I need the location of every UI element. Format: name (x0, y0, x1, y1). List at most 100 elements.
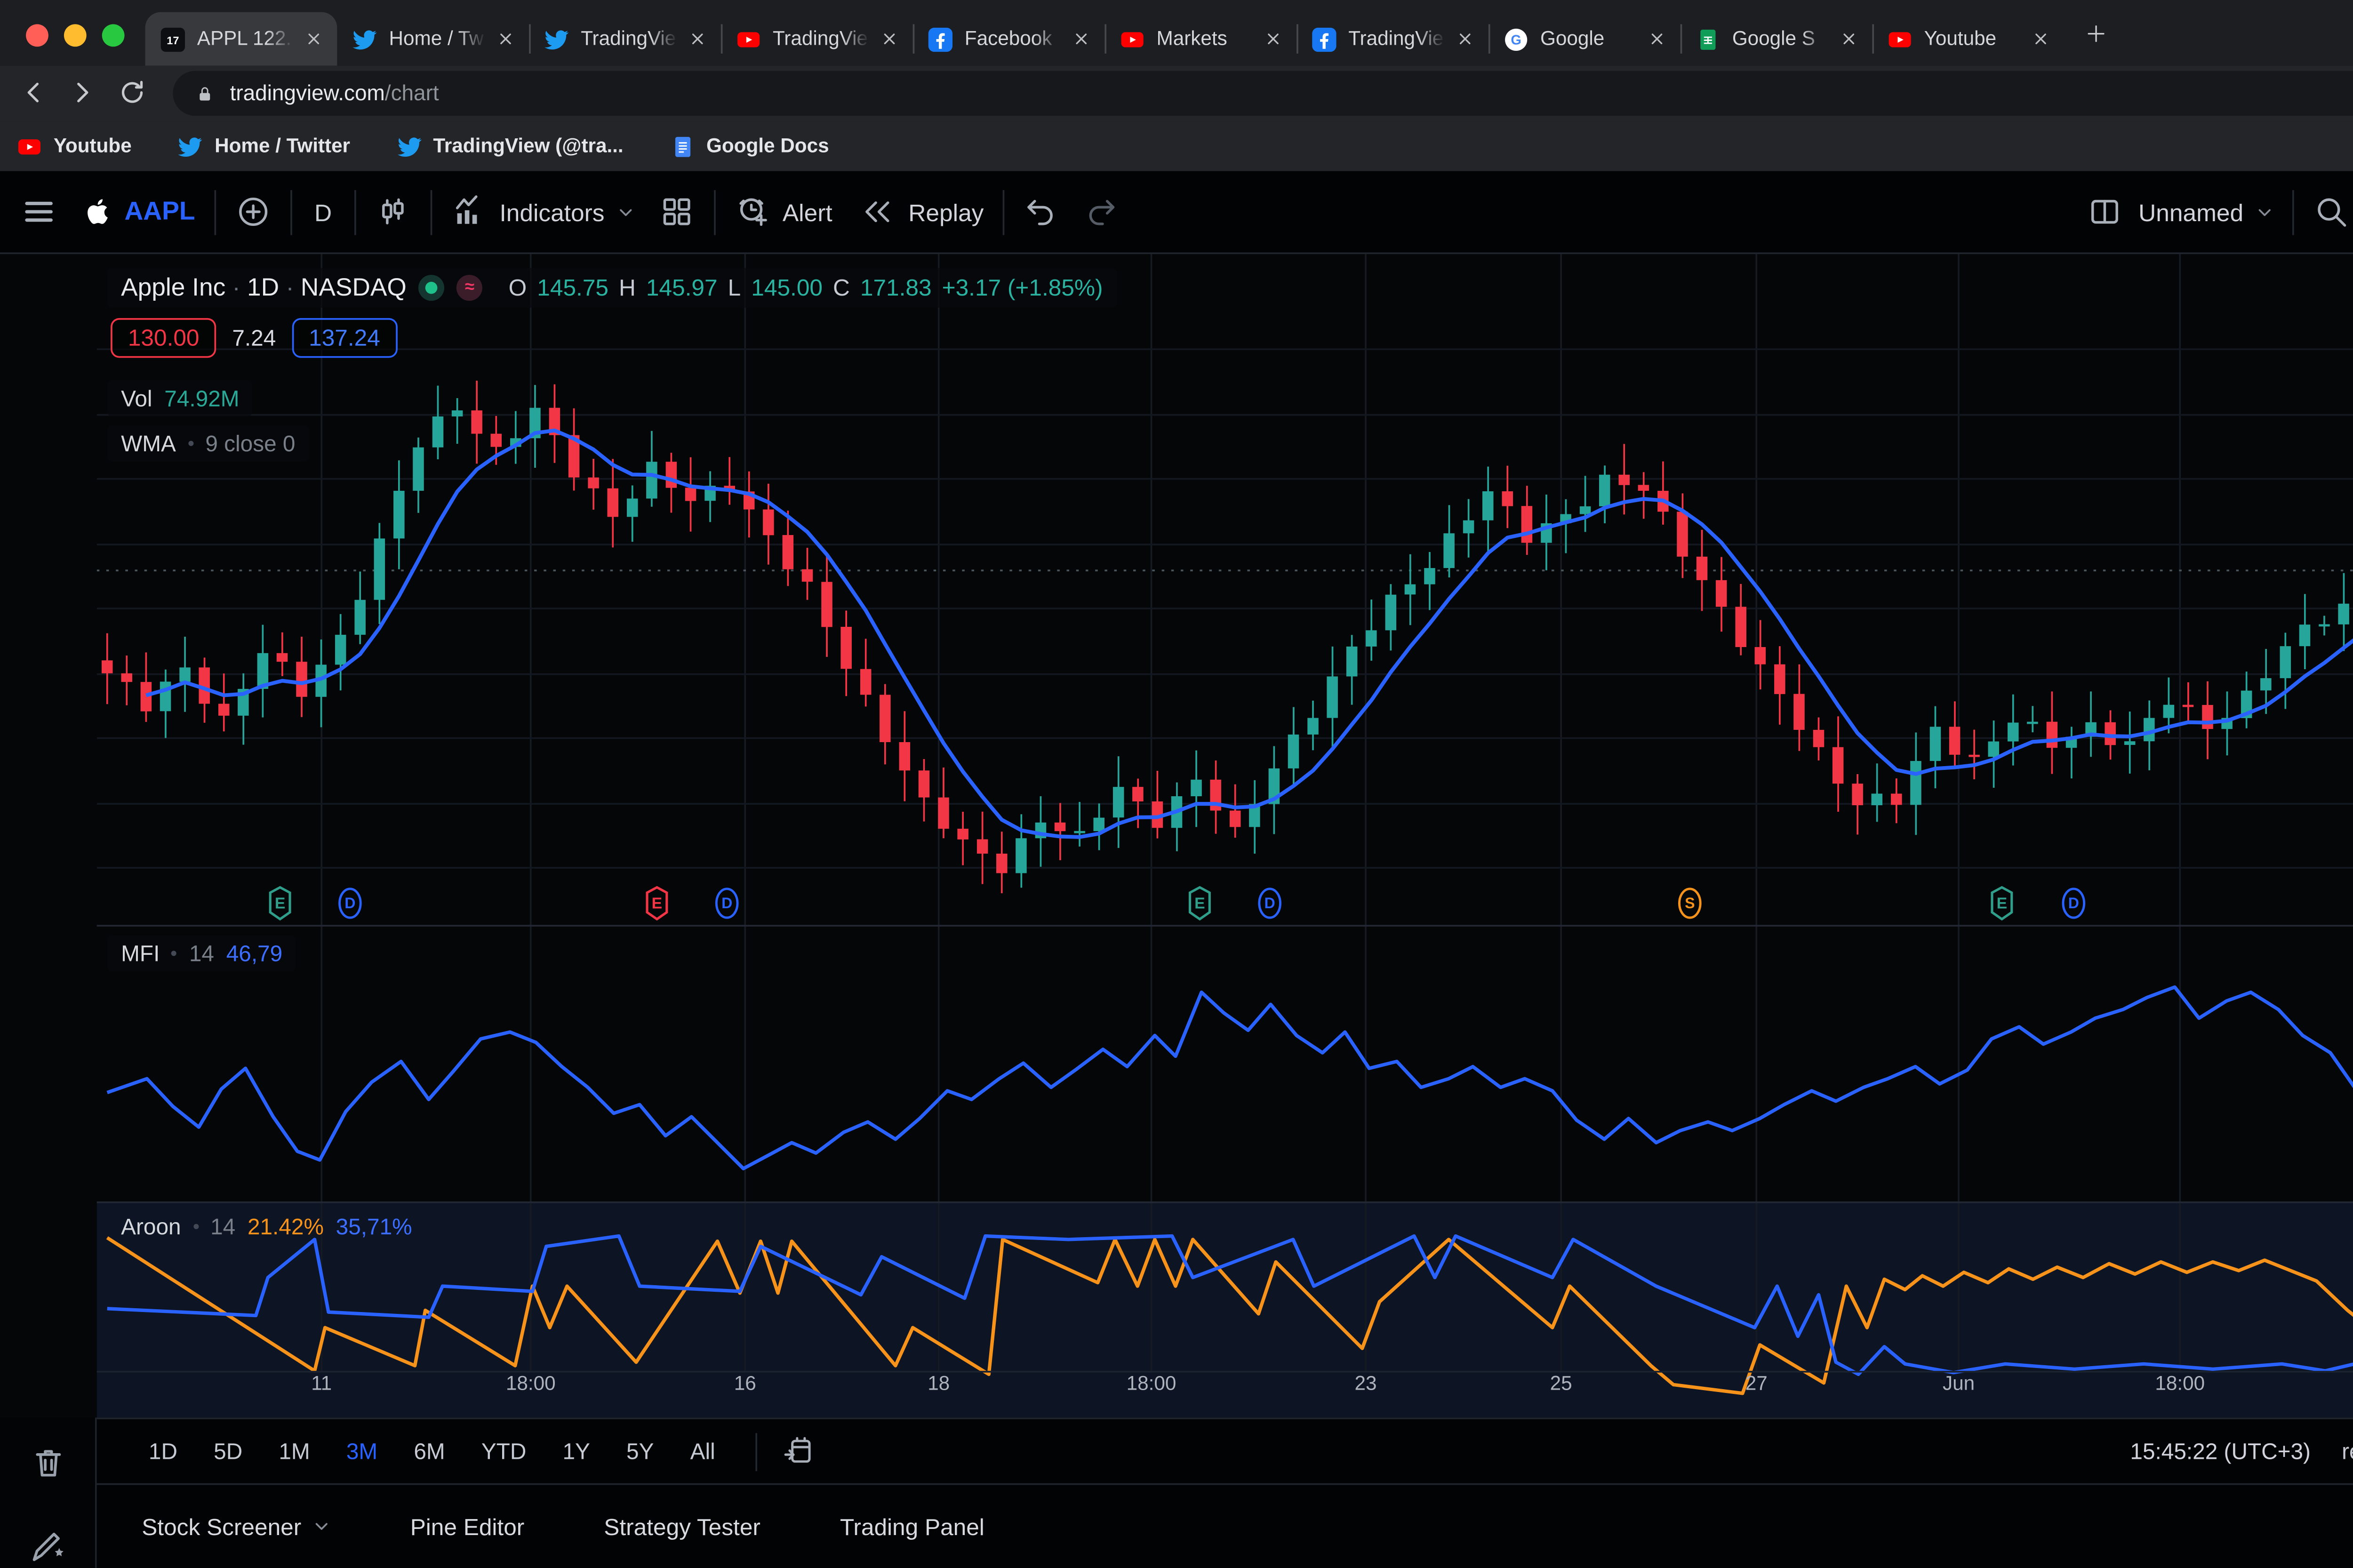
reload-button[interactable] (118, 78, 147, 107)
event-marker-e[interactable]: E (1188, 885, 1212, 930)
layout-name-button[interactable]: Unnamed (2138, 198, 2273, 226)
range-3m[interactable]: 3M (346, 1438, 377, 1464)
favorite-tools-tool-icon[interactable] (29, 1527, 67, 1565)
browser-tab[interactable]: TradingVie (1297, 12, 1489, 66)
go-to-date-icon[interactable] (781, 1435, 814, 1468)
browser-tab[interactable]: TradingVie (721, 12, 913, 66)
bookmark-item[interactable]: TradingView (@tra... (397, 134, 623, 158)
zoom-window-button[interactable] (102, 24, 125, 47)
bookmark-item[interactable]: Google Docs (670, 134, 829, 158)
search-icon[interactable] (2313, 193, 2349, 230)
browser-tab[interactable]: TradingVie (529, 12, 721, 66)
menu-icon[interactable] (21, 193, 57, 230)
close-tab-icon[interactable] (2033, 31, 2049, 47)
pane-separator[interactable] (97, 1201, 2353, 1203)
footer-stock-screener[interactable]: Stock Screener (142, 1513, 330, 1539)
close-tab-icon[interactable] (1073, 31, 1089, 47)
range-1y[interactable]: 1Y (562, 1438, 590, 1464)
redo-button[interactable] (1082, 193, 1119, 230)
chart-style-icon[interactable] (375, 193, 411, 230)
footer-pine-editor[interactable]: Pine Editor (410, 1513, 525, 1539)
wma-legend[interactable]: WMA 9 close 0 (107, 425, 309, 462)
indicators-button[interactable]: Indicators (451, 193, 634, 230)
event-marker-d[interactable]: D (714, 885, 740, 930)
event-marker-e[interactable]: E (1990, 885, 2014, 930)
source-toggle-icon[interactable] (419, 275, 445, 301)
chart-pane[interactable]: Apple Inc · 1D · NASDAQ ≈ O145.75H145.97… (97, 254, 2353, 1417)
volume-legend[interactable]: Vol 74.92M (107, 380, 253, 416)
range-6m[interactable]: 6M (414, 1438, 445, 1464)
chart-area: Apple Inc · 1D · NASDAQ ≈ O145.75H145.97… (0, 254, 2353, 1417)
symbol-legend[interactable]: Apple Inc · 1D · NASDAQ ≈ O145.75H145.97… (107, 268, 1117, 307)
tab-title: Home / Tw (389, 29, 486, 49)
footer-strategy-tester[interactable]: Strategy Tester (604, 1513, 760, 1539)
svg-text:17: 17 (167, 33, 179, 46)
browser-tab[interactable]: 17APPL 122. (145, 12, 337, 66)
bookmark-item[interactable]: Youtube (17, 134, 132, 158)
alert-button[interactable]: Alert (734, 193, 832, 230)
range-1d[interactable]: 1D (149, 1438, 177, 1464)
footer-bar: Stock Screener Pine Editor Strategy Tester… (97, 1483, 2353, 1568)
range-5d[interactable]: 5D (214, 1438, 242, 1464)
event-marker-e[interactable]: E (645, 885, 669, 930)
browser-tab[interactable]: Google S (1681, 12, 1873, 66)
close-tab-icon[interactable] (1841, 31, 1857, 47)
mfi-legend[interactable]: MFI 14 46,79 (107, 935, 296, 971)
facebook-favicon (928, 27, 952, 51)
price-plot (97, 254, 2353, 1417)
interval-button[interactable]: D (311, 198, 336, 226)
range-5y[interactable]: 5Y (626, 1438, 654, 1464)
close-tab-icon[interactable] (881, 31, 897, 47)
remove-drawings-tool-icon[interactable] (29, 1443, 67, 1481)
event-marker-d[interactable]: D (2061, 885, 2087, 930)
browser-tab[interactable]: Home / Tw (337, 12, 529, 66)
minimize-window-button[interactable] (64, 24, 87, 47)
chevron-down-icon (616, 203, 634, 221)
indicators-label: Indicators (500, 198, 605, 226)
forward-button[interactable] (67, 78, 96, 107)
close-window-button[interactable] (26, 24, 48, 47)
facebook-favicon (1312, 27, 1336, 51)
back-button[interactable] (19, 78, 48, 107)
browser-tab[interactable]: Youtube (1872, 12, 2064, 66)
lower-band-box[interactable]: 130.00 (111, 318, 216, 358)
session-toggle[interactable]: reg (2342, 1438, 2353, 1464)
close-tab-icon[interactable] (1649, 31, 1665, 47)
close-tab-icon[interactable] (1457, 31, 1473, 47)
address-bar[interactable]: tradingview.com/chart (173, 71, 2353, 116)
range-all[interactable]: All (690, 1438, 715, 1464)
layout-icon[interactable] (2087, 193, 2123, 230)
new-tab-button[interactable] (2085, 23, 2107, 45)
undo-button[interactable] (1024, 193, 1060, 230)
upper-band-box[interactable]: 137.24 (291, 318, 397, 358)
bookmark-item[interactable]: Home / Twitter (178, 134, 350, 158)
svg-text:S: S (1685, 895, 1695, 912)
templates-icon[interactable] (658, 193, 694, 230)
browser-tab[interactable]: GGoogle (1489, 12, 1681, 66)
clock[interactable]: 15:45:22 (UTC+3) (2130, 1438, 2311, 1464)
close-tab-icon[interactable] (306, 31, 321, 47)
event-marker-d[interactable]: D (1257, 885, 1283, 930)
symbol-button[interactable]: AAPL (85, 195, 195, 228)
sheets-favicon (1696, 27, 1720, 51)
svg-text:E: E (275, 895, 286, 912)
wave-toggle-icon[interactable]: ≈ (456, 275, 482, 301)
footer-trading-panel[interactable]: Trading Panel (840, 1513, 984, 1539)
alert-label: Alert (783, 198, 832, 226)
close-tab-icon[interactable] (1265, 31, 1281, 47)
close-tab-icon[interactable] (498, 31, 513, 47)
aroon-legend[interactable]: Aroon 14 21.42% 35,71% (107, 1208, 426, 1245)
compare-add-icon[interactable] (235, 193, 271, 230)
event-marker-d[interactable]: D (337, 885, 363, 930)
range-1m[interactable]: 1M (279, 1438, 310, 1464)
close-tab-icon[interactable] (690, 31, 705, 47)
event-marker-s[interactable]: S (1677, 885, 1703, 930)
range-ytd[interactable]: YTD (481, 1438, 527, 1464)
aroon-length: 14 (210, 1214, 235, 1240)
event-marker-e[interactable]: E (268, 885, 292, 930)
youtube-favicon (17, 134, 41, 158)
pane-separator[interactable] (97, 925, 2353, 927)
replay-button[interactable]: Replay (860, 193, 984, 230)
browser-tab[interactable]: Markets (1104, 12, 1297, 66)
browser-tab[interactable]: Facebook (913, 12, 1105, 66)
